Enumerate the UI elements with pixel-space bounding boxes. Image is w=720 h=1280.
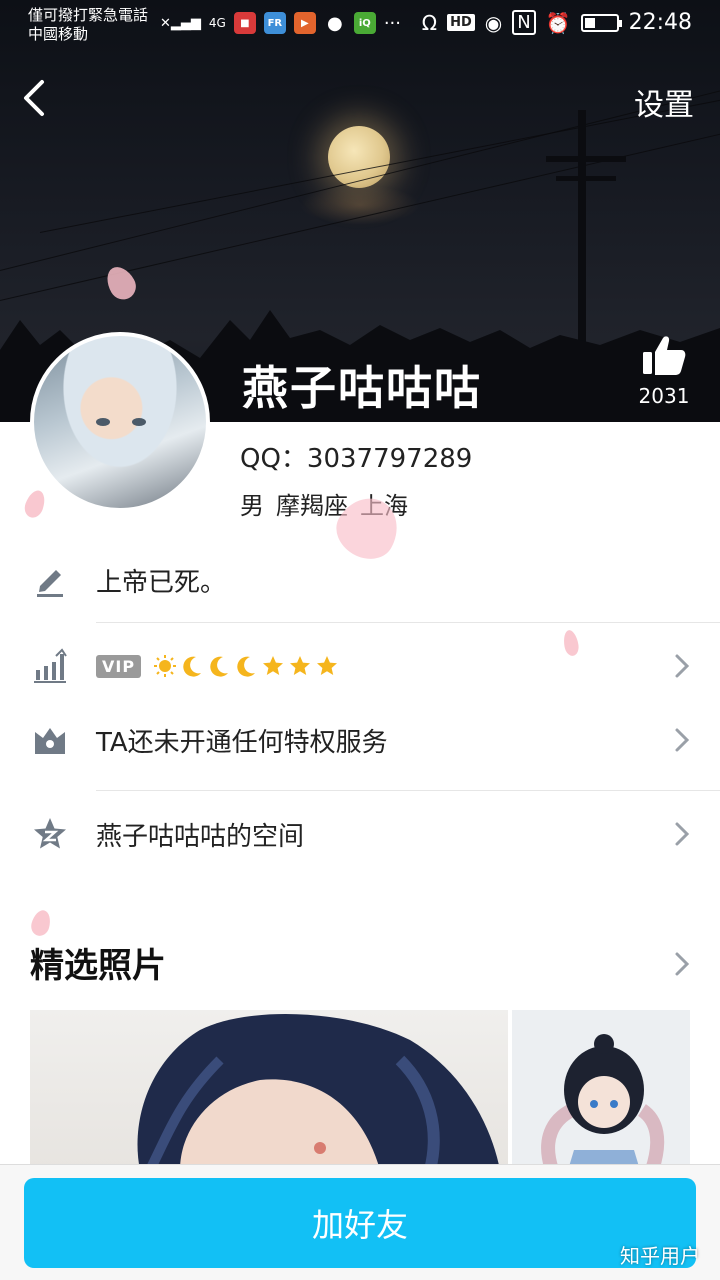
status-bar: 僅可撥打緊急電話 中國移動 ✕▂▄▆ 4G ■ FR ▶ ● iQ ··· Ω … — [0, 0, 720, 48]
avatar[interactable] — [30, 332, 210, 512]
vip-badge: VIP — [96, 654, 142, 678]
play-app-icon: ▶ — [293, 12, 316, 34]
star-level-icon — [317, 656, 338, 675]
notification-icons: ✕▂▄▆ 4G ■ FR ▶ ● iQ ··· — [160, 12, 401, 34]
star-level-icon — [263, 656, 284, 675]
settings-button[interactable]: 设置 — [634, 80, 694, 124]
back-arrow-icon — [24, 80, 44, 116]
moon-level-icon — [183, 656, 202, 677]
signature-row[interactable]: 上帝已死。 — [0, 540, 720, 620]
privilege-text: TA还未开通任何特权服务 — [96, 727, 388, 758]
petal-decoration — [21, 487, 49, 521]
clock-time: 22:48 — [628, 10, 692, 35]
petal-decoration — [28, 908, 54, 938]
level-chart-icon — [34, 648, 67, 683]
vip-level-row[interactable]: VIP — [0, 626, 720, 706]
profile-meta: 男 摩羯座 上海 — [240, 486, 408, 521]
privilege-row[interactable]: TA还未开通任何特权服务 — [0, 700, 720, 780]
avatar-eye — [96, 418, 110, 426]
zodiac: 摩羯座 — [276, 492, 348, 520]
sun-level-icon — [154, 655, 177, 677]
featured-photos-title: 精选照片 — [30, 946, 166, 986]
chevron-right-icon — [675, 654, 690, 678]
nfc-icon: N — [512, 10, 536, 35]
system-status: Ω HD ◉ N ⏰ 22:48 — [422, 10, 692, 35]
level-icons — [153, 654, 339, 678]
fr-app-icon: FR — [263, 12, 286, 34]
divider — [96, 790, 720, 791]
video-app-icon: ■ — [233, 12, 256, 34]
star-level-icon — [290, 656, 311, 675]
signal-icon: ✕▂▄▆ — [160, 15, 201, 31]
moon-level-icon — [237, 656, 256, 677]
chevron-right-icon — [675, 728, 690, 752]
utility-pole-arm — [546, 156, 626, 162]
qzone-space-row[interactable]: 燕子咕咕咕的空间 — [0, 794, 720, 874]
network-label: 4G — [208, 16, 226, 30]
featured-photos-chevron-icon[interactable] — [674, 950, 690, 978]
back-button[interactable] — [18, 76, 58, 120]
featured-photo-1[interactable] — [30, 1010, 508, 1170]
qzone-star-icon — [34, 818, 66, 849]
carrier-info: 僅可撥打緊急電話 中國移動 — [28, 6, 148, 44]
profile-name: 燕子咕咕咕 — [242, 361, 482, 415]
more-notifications-icon: ··· — [383, 12, 401, 34]
carrier-line1: 僅可撥打緊急電話 — [28, 6, 149, 24]
chat-bubble-icon: ● — [326, 12, 343, 34]
headphones-icon: Ω — [421, 10, 438, 35]
moon-level-icon — [210, 656, 229, 677]
crown-icon — [35, 728, 65, 754]
qq-number: QQ：3037797289 — [240, 444, 473, 474]
chibi-character-image — [541, 1034, 665, 1170]
alarm-icon: ⏰ — [545, 10, 571, 35]
qzone-space-text: 燕子咕咕咕的空间 — [96, 821, 305, 852]
utility-pole-arm — [556, 176, 616, 181]
signature-text: 上帝已死。 — [96, 567, 227, 598]
like-button[interactable]: 2031 — [634, 334, 694, 408]
add-friend-button[interactable]: 加好友 — [24, 1178, 696, 1268]
watermark: 知乎用户 — [620, 1244, 700, 1268]
carrier-line2: 中國移動 — [28, 25, 89, 43]
iqiyi-app-icon: iQ — [353, 12, 376, 34]
battery-icon — [580, 13, 622, 32]
gender: 男 — [240, 492, 264, 520]
divider — [96, 622, 720, 623]
location: 上海 — [360, 492, 408, 520]
like-count: 2031 — [638, 384, 690, 408]
pencil-icon — [37, 570, 63, 597]
vip-level-display: VIP — [96, 654, 339, 678]
chevron-right-icon — [675, 822, 690, 846]
featured-photo-2[interactable] — [512, 1010, 690, 1170]
watercolor-portrait-image — [137, 1013, 500, 1170]
avatar-eye — [132, 418, 146, 426]
thumbs-up-icon — [643, 336, 686, 375]
eye-icon: ◉ — [484, 10, 503, 35]
hd-icon: HD — [447, 14, 475, 31]
moon-image — [328, 126, 390, 188]
